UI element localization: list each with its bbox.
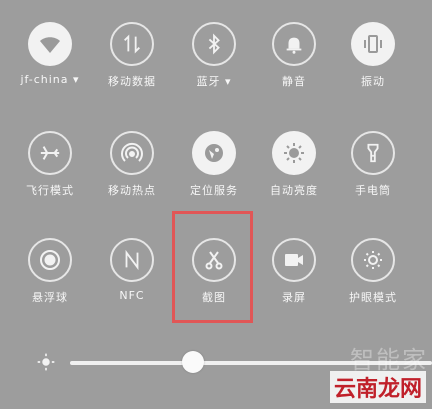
- tile-screen-record[interactable]: 录屏: [251, 238, 337, 338]
- location-icon: [205, 144, 223, 162]
- tile-label: 移动数据: [108, 75, 156, 88]
- tile-floating-ball[interactable]: 悬浮球: [7, 238, 93, 338]
- nfc-icon: [125, 249, 139, 271]
- hotspot-icon: [121, 142, 143, 162]
- vibrate-icon: [364, 35, 382, 53]
- tile-label: 飞行模式: [26, 184, 74, 197]
- hotspot-toggle[interactable]: [110, 131, 154, 175]
- tile-silent[interactable]: 静音: [251, 22, 337, 122]
- screenshot-highlight-box: [172, 211, 253, 323]
- mobile-data-toggle[interactable]: [110, 22, 154, 66]
- tile-label: 移动热点: [108, 184, 156, 197]
- tile-label: 手电筒: [355, 184, 391, 197]
- tile-wifi[interactable]: jf-china ▾: [7, 22, 93, 122]
- wifi-icon: [40, 37, 60, 53]
- tile-label: 自动亮度: [270, 184, 318, 197]
- silent-toggle[interactable]: [272, 22, 316, 66]
- tile-flashlight[interactable]: 手电筒: [330, 131, 416, 231]
- tile-auto-brightness[interactable]: 自动亮度: [251, 131, 337, 231]
- brightness-slider-knob[interactable]: [182, 351, 205, 373]
- tile-hotspot[interactable]: 移动热点: [89, 131, 175, 231]
- airplane-icon: [40, 146, 60, 160]
- tile-label: 护眼模式: [349, 291, 397, 304]
- nfc-toggle[interactable]: [110, 238, 154, 282]
- floating-ball-toggle[interactable]: [28, 238, 72, 282]
- tile-mobile-data[interactable]: 移动数据: [89, 22, 175, 122]
- tile-label: 蓝牙 ▾: [196, 75, 232, 88]
- mobile-data-icon: [124, 34, 140, 54]
- tile-airplane[interactable]: 飞行模式: [7, 131, 93, 231]
- eye-comfort-icon: [364, 251, 382, 269]
- screen-record-toggle[interactable]: [272, 238, 316, 282]
- tile-label: NFC: [119, 289, 145, 302]
- airplane-toggle[interactable]: [28, 131, 72, 175]
- brightness-icon: [37, 353, 55, 371]
- bell-icon: [286, 37, 302, 54]
- bluetooth-toggle[interactable]: [192, 22, 236, 66]
- tile-label: 录屏: [282, 291, 306, 304]
- auto-brightness-icon: [284, 143, 304, 163]
- tile-bluetooth[interactable]: 蓝牙 ▾: [171, 22, 257, 122]
- eye-comfort-toggle[interactable]: [351, 238, 395, 282]
- location-toggle[interactable]: [192, 131, 236, 175]
- tile-eye-comfort[interactable]: 护眼模式: [330, 238, 416, 338]
- faded-watermark: 智能家: [350, 346, 428, 374]
- floating-ball-icon: [40, 250, 60, 270]
- tile-label: 静音: [282, 75, 306, 88]
- vibrate-toggle[interactable]: [351, 22, 395, 66]
- flashlight-icon: [367, 143, 379, 163]
- flashlight-toggle[interactable]: [351, 131, 395, 175]
- tile-label: 悬浮球: [32, 291, 68, 304]
- screen-record-icon: [285, 254, 303, 266]
- wifi-toggle[interactable]: [28, 22, 72, 66]
- tile-label: 振动: [361, 75, 385, 88]
- bluetooth-icon: [208, 33, 220, 55]
- tile-nfc[interactable]: NFC: [89, 238, 175, 338]
- tile-label: 定位服务: [190, 184, 238, 197]
- tile-label: jf-china ▾: [20, 73, 80, 86]
- tile-vibrate[interactable]: 振动: [330, 22, 416, 122]
- site-watermark: 云南龙网: [329, 371, 426, 403]
- auto-brightness-toggle[interactable]: [272, 131, 316, 175]
